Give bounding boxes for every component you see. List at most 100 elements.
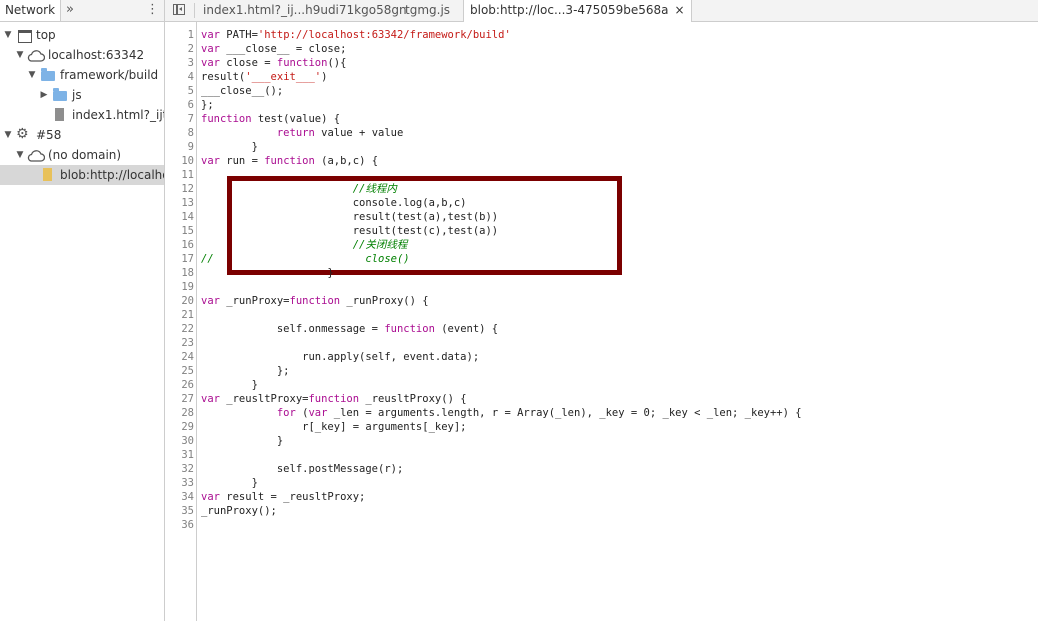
code-token: ) [321, 71, 328, 83]
code-line[interactable]: result('___exit___') [201, 70, 327, 84]
tab-blob-active[interactable]: blob:http://loc...3-475059be568a × [463, 0, 692, 22]
line-number[interactable]: 2 [165, 42, 194, 56]
code-line[interactable]: self.postMessage(r); [201, 462, 403, 476]
line-number[interactable]: 15 [165, 224, 194, 238]
tree-item-no-domain[interactable]: ▼ (no domain) [0, 145, 164, 165]
frame-icon [18, 30, 32, 43]
code-line[interactable]: //线程内 [201, 182, 397, 196]
code-line[interactable]: ___close__(); [201, 84, 283, 98]
code-token: } [201, 267, 334, 279]
line-number[interactable]: 10 [165, 154, 194, 168]
tree-item-index1-html[interactable]: index1.html?_ijt=c [0, 105, 164, 125]
expand-arrow-icon[interactable]: ▼ [3, 25, 13, 45]
line-number[interactable]: 4 [165, 70, 194, 84]
line-number[interactable]: 8 [165, 126, 194, 140]
line-number[interactable]: 31 [165, 448, 194, 462]
line-number[interactable]: 35 [165, 504, 194, 518]
code-line[interactable]: } [201, 476, 258, 490]
line-number[interactable]: 28 [165, 406, 194, 420]
code-line[interactable]: } [201, 140, 258, 154]
line-number[interactable]: 1 [165, 28, 194, 42]
code-line[interactable]: r[_key] = arguments[_key]; [201, 420, 466, 434]
line-number[interactable]: 27 [165, 392, 194, 406]
line-number[interactable]: 17 [165, 252, 194, 266]
line-number[interactable]: 19 [165, 280, 194, 294]
code-line[interactable]: var run = function (a,b,c) { [201, 154, 378, 168]
line-number[interactable]: 20 [165, 294, 194, 308]
code-token: _reusltProxy() { [359, 393, 467, 405]
line-number[interactable]: 16 [165, 238, 194, 252]
kebab-menu-icon[interactable]: ⋮ [146, 0, 159, 20]
code-line[interactable]: for (var _len = arguments.length, r = Ar… [201, 406, 802, 420]
code-line[interactable]: }; [201, 364, 290, 378]
code-token: _runProxy() { [340, 295, 429, 307]
code-line[interactable]: result(test(c),test(a)) [201, 224, 498, 238]
code-line[interactable]: run.apply(self, event.data); [201, 350, 479, 364]
tab-tgmg-js[interactable]: tgmg.js [399, 0, 456, 21]
tree-item-top[interactable]: ▼ top [0, 25, 164, 45]
code-line[interactable]: var close = function(){ [201, 56, 346, 70]
code-line[interactable]: var _runProxy=function _runProxy() { [201, 294, 429, 308]
line-number[interactable]: 33 [165, 476, 194, 490]
code-line[interactable]: self.onmessage = function (event) { [201, 322, 498, 336]
line-number[interactable]: 34 [165, 490, 194, 504]
code-token: ___close__ = close; [219, 43, 347, 55]
line-number[interactable]: 21 [165, 308, 194, 322]
line-number[interactable]: 5 [165, 84, 194, 98]
code-line[interactable]: // close() [201, 252, 410, 266]
more-tabs-icon[interactable]: » [66, 0, 74, 20]
line-number[interactable]: 6 [165, 98, 194, 112]
code-token: ___close__(); [201, 85, 284, 97]
tree-item-js[interactable]: ▶ js [0, 85, 164, 105]
tab-network[interactable]: Network [0, 0, 61, 21]
line-number[interactable]: 12 [165, 182, 194, 196]
code-line[interactable]: console.log(a,b,c) [201, 196, 467, 210]
line-number[interactable]: 14 [165, 210, 194, 224]
tree-item-framework-build[interactable]: ▼ framework/build [0, 65, 164, 85]
code-line[interactable]: _runProxy(); [201, 504, 277, 518]
code-line[interactable]: } [201, 434, 283, 448]
tree-item-worker-58[interactable]: ▼ ⚙ #58 [0, 125, 164, 145]
expand-arrow-icon[interactable]: ▼ [27, 65, 37, 85]
code-line[interactable]: var result = _reusltProxy; [201, 490, 365, 504]
code-line[interactable]: var ___close__ = close; [201, 42, 346, 56]
code-line[interactable]: } [201, 266, 334, 280]
tree-item-label: localhost:63342 [48, 48, 145, 62]
code-line[interactable]: //关闭线程 [201, 238, 408, 252]
tree-item-blob[interactable]: blob:http://localhost [0, 165, 164, 185]
tab-index1-html[interactable]: index1.html?_ij...h9udi71kgo58gn [197, 0, 413, 21]
tree-item-label: js [72, 88, 82, 102]
line-number[interactable]: 9 [165, 140, 194, 154]
expand-arrow-icon[interactable]: ▼ [15, 145, 25, 165]
toggle-navigator-icon[interactable] [173, 4, 185, 15]
code-editor[interactable]: var PATH='http://localhost:63342/framewo… [197, 22, 1038, 621]
line-number[interactable]: 29 [165, 420, 194, 434]
line-number[interactable]: 26 [165, 378, 194, 392]
line-number[interactable]: 25 [165, 364, 194, 378]
line-number[interactable]: 32 [165, 462, 194, 476]
collapse-arrow-icon[interactable]: ▶ [39, 85, 49, 105]
expand-arrow-icon[interactable]: ▼ [3, 125, 13, 145]
line-number[interactable]: 23 [165, 336, 194, 350]
code-line[interactable]: } [201, 378, 258, 392]
line-number[interactable]: 11 [165, 168, 194, 182]
close-tab-icon[interactable]: × [674, 3, 684, 17]
line-number[interactable]: 30 [165, 434, 194, 448]
code-line[interactable]: return value + value [201, 126, 403, 140]
line-number[interactable]: 13 [165, 196, 194, 210]
code-line[interactable]: var PATH='http://localhost:63342/framewo… [201, 28, 511, 42]
code-token: var [201, 155, 220, 167]
code-token: var [201, 43, 220, 55]
expand-arrow-icon[interactable]: ▼ [15, 45, 25, 65]
code-line[interactable]: result(test(a),test(b)) [201, 210, 498, 224]
code-line[interactable]: var _reusltProxy=function _reusltProxy()… [201, 392, 467, 406]
tree-item-localhost[interactable]: ▼ localhost:63342 [0, 45, 164, 65]
line-number[interactable]: 3 [165, 56, 194, 70]
line-number[interactable]: 7 [165, 112, 194, 126]
line-number[interactable]: 24 [165, 350, 194, 364]
line-number[interactable]: 22 [165, 322, 194, 336]
code-line[interactable]: }; [201, 98, 214, 112]
line-number[interactable]: 36 [165, 518, 194, 532]
line-number[interactable]: 18 [165, 266, 194, 280]
code-line[interactable]: function test(value) { [201, 112, 340, 126]
